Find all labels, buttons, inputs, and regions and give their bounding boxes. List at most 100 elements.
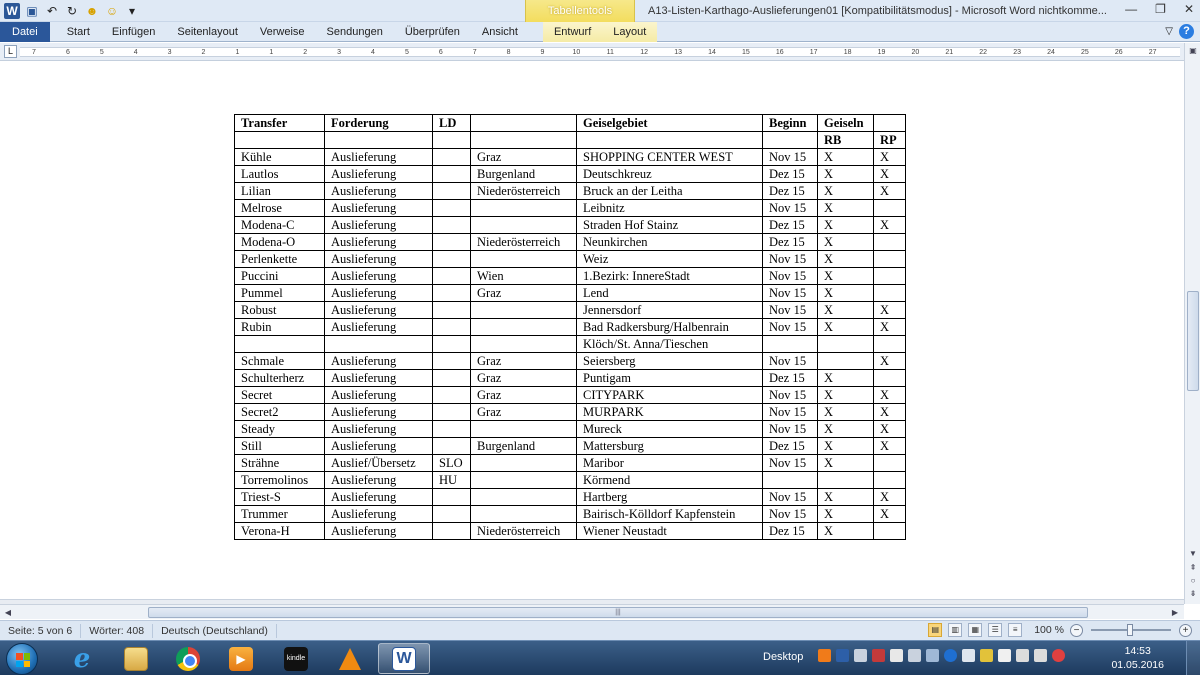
emoji-smile-icon[interactable]: ☺ [104,3,120,19]
tab-verweise[interactable]: Verweise [249,22,316,42]
zoom-slider-knob[interactable] [1127,624,1133,636]
quick-access-toolbar: W ▣ ↶ ↻ ☻ ☺ ▾ [4,3,140,19]
tray-k-icon[interactable] [872,649,885,662]
language-indicator[interactable]: Deutsch (Deutschland) [153,623,277,638]
emoji-icon[interactable]: ☻ [84,3,100,19]
table-cell: SLO [432,454,471,472]
ruler-label: 10 [572,49,581,56]
tray-monitor-icon[interactable] [962,649,975,662]
table-cell: Nov 15 [762,318,818,336]
tab-layout[interactable]: Layout [602,22,658,42]
table-cell: Auslieferung [324,471,433,489]
tab-ueberpruefen[interactable]: Überprüfen [394,22,471,42]
close-icon[interactable]: ✕ [1184,2,1194,16]
help-icon[interactable]: ? [1179,24,1194,39]
vertical-scrollbar[interactable]: ▣ ▼ ⇞ ○ ⇟ [1184,43,1200,604]
taskbar-explorer[interactable] [110,643,162,674]
ribbon: Datei Start Einfügen Seitenlayout Verwei… [0,22,1200,42]
table-cell [432,182,471,200]
ribbon-minimize-icon[interactable]: ▽ [1165,26,1173,37]
tab-datei[interactable]: Datei [0,22,50,42]
tray-power-icon[interactable] [1016,649,1029,662]
taskbar-media-player[interactable]: ▶ [215,643,267,674]
next-page-icon[interactable]: ⇟ [1186,587,1200,600]
table-cell: Graz [470,403,577,421]
horizontal-scroll-thumb[interactable]: ||| [148,607,1088,618]
action-center-flag-icon[interactable] [998,649,1011,662]
tab-sendungen[interactable]: Sendungen [316,22,394,42]
horizontal-ruler[interactable]: L 7 6 5 4 3 2 1 1 2 3 4 5 6 7 8 9 10 11 12 13 14 15 16 17 18 19 20… [0,43,1184,61]
redo-icon[interactable]: ↻ [64,3,80,19]
scroll-down-icon[interactable]: ▼ [1186,547,1200,560]
start-button[interactable] [6,643,38,675]
table-cell: Melrose [234,199,325,217]
zoom-slider[interactable] [1091,624,1171,636]
clock[interactable]: 14:53 01.05.2016 [1111,644,1164,672]
table-row: Steady Auslieferung Mureck Nov 15 X X [234,420,906,438]
tray-display-icon[interactable] [1034,649,1047,662]
taskbar-word[interactable]: W [378,643,430,674]
tray-grid-icon[interactable] [890,649,903,662]
draft-icon[interactable]: ≡ [1008,623,1023,637]
ruler-label: 7 [472,49,477,56]
desktop-toolbar-label[interactable]: Desktop [763,651,803,663]
page-count[interactable]: Seite: 5 von 6 [0,623,82,638]
tray-flame-icon[interactable] [818,649,831,662]
table-cell: X [873,386,906,404]
undo-icon[interactable]: ↶ [44,3,60,19]
outline-icon[interactable]: ☰ [988,623,1003,637]
ruler-label: 9 [540,49,545,56]
tray-network-icon[interactable] [926,649,939,662]
customize-qat-icon[interactable]: ▾ [124,3,140,19]
full-screen-reading-icon[interactable]: ▥ [948,623,963,637]
tab-ansicht[interactable]: Ansicht [471,22,529,42]
minimize-icon[interactable]: — [1125,2,1137,16]
browse-object-icon[interactable]: ○ [1186,574,1200,587]
word-count[interactable]: Wörter: 408 [81,623,154,638]
table-cell [432,199,471,217]
word-app-icon[interactable]: W [4,3,20,19]
scroll-right-icon[interactable]: ▶ [1168,605,1182,620]
tray-sync-icon[interactable] [908,649,921,662]
zoom-in-icon[interactable]: + [1179,623,1192,637]
table-cell: Seiersberg [576,352,763,370]
save-icon[interactable]: ▣ [24,3,40,19]
zoom-out-icon[interactable]: − [1070,623,1083,637]
table-cell: Leibnitz [576,199,763,217]
table-cell: X [817,454,874,472]
table-cell: Deutschkreuz [576,165,763,183]
tab-einfuegen[interactable]: Einfügen [101,22,166,42]
taskbar-kindle[interactable]: kindle [270,643,322,674]
bluetooth-icon[interactable] [944,649,957,662]
table-cell: Graz [470,352,577,370]
scroll-left-icon[interactable]: ◀ [1,605,15,620]
table-tools-context-label: Tabellentools [525,0,635,22]
table-row: Torremolinos Auslieferung HU Körmend [234,471,906,489]
tray-bolt-icon[interactable] [980,649,993,662]
restore-icon[interactable]: ❐ [1155,2,1166,16]
web-layout-icon[interactable]: ▦ [968,623,983,637]
previous-page-icon[interactable]: ⇞ [1186,561,1200,574]
ruler-toggle-icon[interactable]: ▣ [1186,44,1200,57]
vertical-scroll-thumb[interactable] [1187,291,1199,391]
tray-shield-icon[interactable] [836,649,849,662]
tab-start[interactable]: Start [56,22,101,42]
table-cell: Graz [470,284,577,302]
zoom-level[interactable]: 100 % [1034,624,1064,636]
tray-tool-icon[interactable] [854,649,867,662]
table-cell [432,352,471,370]
taskbar-chrome[interactable] [162,643,214,674]
ruler-label: 20 [911,49,920,56]
taskbar-vlc[interactable] [324,643,376,674]
table-cell [873,522,906,540]
show-desktop-button[interactable] [1186,641,1200,675]
document-canvas[interactable]: Transfer Forderung LD Geiselgebiet Begin… [0,62,1184,604]
tab-entwurf[interactable]: Entwurf [542,22,603,42]
tab-selector-icon[interactable]: L [4,45,17,58]
horizontal-scrollbar[interactable]: ◀ ||| ▶ [0,604,1184,619]
tab-seitenlayout[interactable]: Seitenlayout [166,22,249,42]
print-layout-icon[interactable]: ▤ [928,623,943,637]
ruler-label: 2 [303,49,308,56]
volume-muted-icon[interactable] [1052,649,1065,662]
taskbar-internet-explorer[interactable]: e [56,643,108,674]
